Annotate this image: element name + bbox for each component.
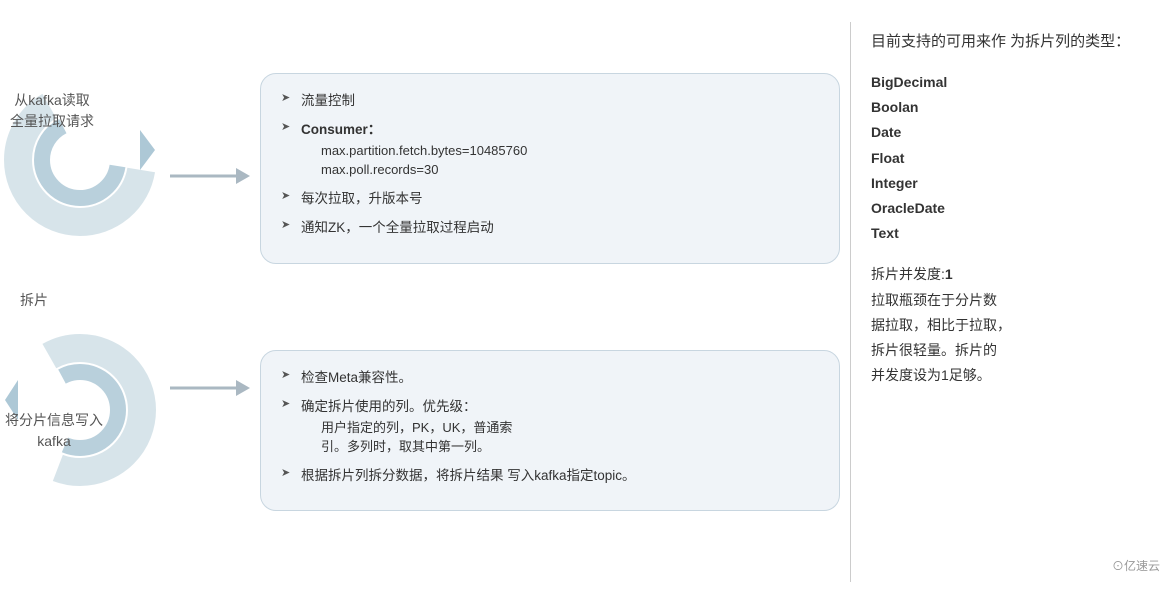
bottom-box-item-3: 根据拆片列拆分数据，将拆片结果 写入kafka指定topic。 bbox=[281, 465, 819, 487]
label-top-text: 从kafka读取全量拉取请求 bbox=[10, 92, 94, 129]
top-box-item-4: 通知ZK，一个全量拉取过程启动 bbox=[281, 217, 819, 239]
boxes-section: 流量控制 Consumer： max.partition.fetch.bytes… bbox=[260, 10, 850, 574]
top-box-list: 流量控制 Consumer： max.partition.fetch.bytes… bbox=[281, 90, 819, 239]
consumer-indent: max.partition.fetch.bytes=10485760 max.p… bbox=[301, 141, 819, 180]
diagram-section: 从kafka读取全量拉取请求 拆片 将分片信息写入kafka 流量控制 bbox=[0, 10, 850, 574]
type-BigDecimal: BigDecimal bbox=[871, 70, 1141, 95]
logo: ⊙亿速云 bbox=[1112, 557, 1160, 574]
top-content-box: 流量控制 Consumer： max.partition.fetch.bytes… bbox=[260, 73, 840, 264]
type-Boolan: Boolan bbox=[871, 95, 1141, 120]
label-bottom-text: 将分片信息写入kafka bbox=[5, 412, 103, 449]
type-Float: Float bbox=[871, 146, 1141, 171]
top-box-item-3: 每次拉取，升版本号 bbox=[281, 188, 819, 210]
label-bottom: 将分片信息写入kafka bbox=[5, 410, 103, 452]
top-box-item-1: 流量控制 bbox=[281, 90, 819, 112]
info-description: 拆片并发度:1 拉取瓶颈在于分片数 据拉取，相比于拉取， 拆片很轻量。拆片的 并… bbox=[871, 262, 1141, 388]
type-Text: Text bbox=[871, 221, 1141, 246]
bottom-box-item-1: 检查Meta兼容性。 bbox=[281, 367, 819, 389]
type-OracleDate: OracleDate bbox=[871, 196, 1141, 221]
bottom-content-box: 检查Meta兼容性。 确定拆片使用的列。优先级： 用户指定的列，PK，UK，普通… bbox=[260, 350, 840, 512]
bottom-box-list: 检查Meta兼容性。 确定拆片使用的列。优先级： 用户指定的列，PK，UK，普通… bbox=[281, 367, 819, 487]
type-Date: Date bbox=[871, 120, 1141, 145]
label-middle: 拆片 bbox=[20, 290, 48, 310]
label-top: 从kafka读取全量拉取请求 bbox=[10, 90, 94, 132]
top-box-item-2: Consumer： max.partition.fetch.bytes=1048… bbox=[281, 119, 819, 180]
type-Integer: Integer bbox=[871, 171, 1141, 196]
info-section: 目前支持的可用来作 为拆片列的类型： BigDecimal Boolan Dat… bbox=[851, 10, 1161, 574]
bottom-box-item-2: 确定拆片使用的列。优先级： 用户指定的列，PK，UK，普通索 引。多列时，取其中… bbox=[281, 396, 819, 457]
column-indent: 用户指定的列，PK，UK，普通索 引。多列时，取其中第一列。 bbox=[301, 418, 819, 457]
arrow-top bbox=[170, 166, 250, 186]
main-container: 从kafka读取全量拉取请求 拆片 将分片信息写入kafka 流量控制 bbox=[0, 0, 1175, 584]
arrow-bottom bbox=[170, 378, 250, 398]
arrows-section bbox=[160, 10, 260, 574]
left-wrapper: 从kafka读取全量拉取请求 拆片 将分片信息写入kafka bbox=[0, 10, 160, 574]
info-title: 目前支持的可用来作 为拆片列的类型： bbox=[871, 30, 1141, 54]
type-list: BigDecimal Boolan Date Float Integer Ora… bbox=[871, 70, 1141, 246]
